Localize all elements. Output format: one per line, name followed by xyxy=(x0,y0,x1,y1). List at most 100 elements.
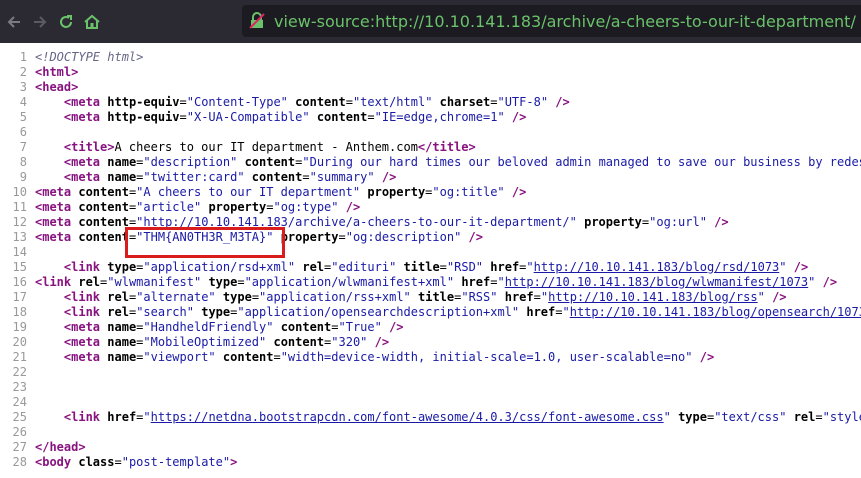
attr: type xyxy=(107,260,137,274)
attr: content xyxy=(244,155,296,169)
quote: " xyxy=(526,260,534,274)
attr: class xyxy=(78,455,115,469)
attr-value: "wlwmanifest" xyxy=(107,275,202,289)
title-text: A cheers to our IT department - Anthem.c… xyxy=(114,140,418,154)
head-close-tag: </head> xyxy=(35,440,86,454)
line-number: 13 xyxy=(12,230,27,244)
attr: content xyxy=(280,320,332,334)
attr-value: "article" xyxy=(136,200,202,214)
attr-value: "search" xyxy=(136,305,194,319)
line-number: 6 xyxy=(19,125,27,139)
tag-end: /> xyxy=(786,260,809,274)
attr: rel xyxy=(302,260,325,274)
attr-value: "edituri" xyxy=(331,260,397,274)
attr-value: "http://10.10.141.183/archive/a-cheers-t… xyxy=(136,215,577,229)
line-number: 7 xyxy=(19,140,27,154)
source-line: 16 <link rel="wlwmanifest" type="applicat… xyxy=(0,275,861,290)
opensearch-link[interactable]: http://10.10.141.183/blog/opensearch/107… xyxy=(570,305,861,319)
tag-end: /> xyxy=(548,95,570,109)
address-bar[interactable]: view-source:http://10.10.141.183/archive… xyxy=(242,5,861,37)
source-line: 25 <link href="https://netdna.bootstrapc… xyxy=(0,410,861,425)
quote: " xyxy=(562,305,570,319)
line-number: 11 xyxy=(12,200,27,214)
attr-value: "og:title" xyxy=(432,185,505,199)
attr: content xyxy=(251,170,303,184)
home-button[interactable] xyxy=(82,12,102,32)
browser-toolbar: view-source:http://10.10.141.183/archive… xyxy=(0,0,861,43)
attr: name xyxy=(107,335,137,349)
attr-value: "description" xyxy=(143,155,238,169)
line-number: 12 xyxy=(12,215,27,229)
wlw-link[interactable]: http://10.10.141.183/blog/wlwmanifest/10… xyxy=(505,275,808,289)
attr: type xyxy=(201,305,231,319)
source-line: 20 <meta name="MobileOptimized" content=… xyxy=(0,335,861,350)
line-number: 3 xyxy=(19,80,27,94)
meta-tag: <meta xyxy=(63,170,101,184)
attr: href xyxy=(504,290,534,304)
line-number: 27 xyxy=(12,440,27,454)
rsd-link[interactable]: http://10.10.141.183/blog/rsd/1073 xyxy=(534,260,780,274)
title-close-tag: </title> xyxy=(417,140,476,154)
font-awesome-link[interactable]: https://netdna.bootstrapcdn.com/font-awe… xyxy=(151,410,664,424)
attr: content xyxy=(78,215,129,229)
attr-value: "320" xyxy=(331,335,368,349)
url-text[interactable]: view-source:http://10.10.141.183/archive… xyxy=(274,12,856,31)
attr-value: "text/html" xyxy=(352,95,433,109)
source-line: 8 <meta name="description" content="Duri… xyxy=(0,155,861,170)
attr-value: "True" xyxy=(338,320,382,334)
tag-end: /> xyxy=(374,170,397,184)
line-number: 25 xyxy=(12,410,27,424)
arrow-left-icon xyxy=(7,15,20,28)
attr: name xyxy=(107,155,137,169)
quote: " xyxy=(497,275,505,289)
line-number: 5 xyxy=(19,110,27,124)
line-number: 10 xyxy=(12,185,27,199)
line-number: 1 xyxy=(19,50,27,64)
attr: rel xyxy=(793,410,816,424)
attr-value: "UTF-8" xyxy=(497,95,549,109)
meta-tag: <meta xyxy=(63,110,101,124)
line-number: 9 xyxy=(19,170,27,184)
attr: http-equiv xyxy=(107,95,180,109)
source-line: 27 </head> xyxy=(0,440,861,455)
back-button[interactable] xyxy=(4,12,24,32)
attr: rel xyxy=(107,305,129,319)
line-number: 15 xyxy=(12,260,27,274)
attr: href xyxy=(490,260,520,274)
tag-end: /> xyxy=(461,230,483,244)
attr: content xyxy=(273,335,325,349)
forward-button[interactable] xyxy=(30,12,50,32)
attr-value: "HandheldFriendly" xyxy=(143,320,274,334)
rss-link[interactable]: http://10.10.141.183/blog/rss xyxy=(548,290,758,304)
attr-value: "post-template" xyxy=(121,455,231,469)
link-tag: <link xyxy=(63,410,101,424)
source-line: 18 <link rel="search" type="application/… xyxy=(0,305,861,320)
quote: " xyxy=(779,260,787,274)
link-tag: <link xyxy=(63,290,101,304)
attr: content xyxy=(78,230,129,244)
attr: href xyxy=(107,410,137,424)
attr-value: "summary" xyxy=(309,170,375,184)
title-open-tag: <title> xyxy=(63,140,115,154)
tag-end: /> xyxy=(338,200,361,214)
source-line: 23 xyxy=(0,380,861,395)
html-tag: <html> xyxy=(35,65,79,79)
tag-end: /> xyxy=(815,275,838,289)
attr: type xyxy=(222,290,252,304)
reload-button[interactable] xyxy=(56,12,76,32)
attr-value: "Content-Type" xyxy=(186,95,288,109)
attr-value: "RSS" xyxy=(461,290,498,304)
meta-tag: <meta xyxy=(63,350,101,364)
attr: rel xyxy=(78,275,101,289)
attr-value: "alternate" xyxy=(136,290,216,304)
doctype: <!DOCTYPE html> xyxy=(35,50,144,64)
attr: title xyxy=(403,260,440,274)
attr-value: "MobileOptimized" xyxy=(143,335,267,349)
source-line: 17 <link rel="alternate" type="applicati… xyxy=(0,290,861,305)
attr-value: "A cheers to our IT department" xyxy=(136,185,361,199)
line-number: 14 xyxy=(12,245,27,259)
meta-tag: <meta xyxy=(63,95,101,109)
attr: content xyxy=(78,200,129,214)
source-line: 21 <meta name="viewport" content="width=… xyxy=(0,350,861,365)
source-line: 2 <html> xyxy=(0,65,861,80)
